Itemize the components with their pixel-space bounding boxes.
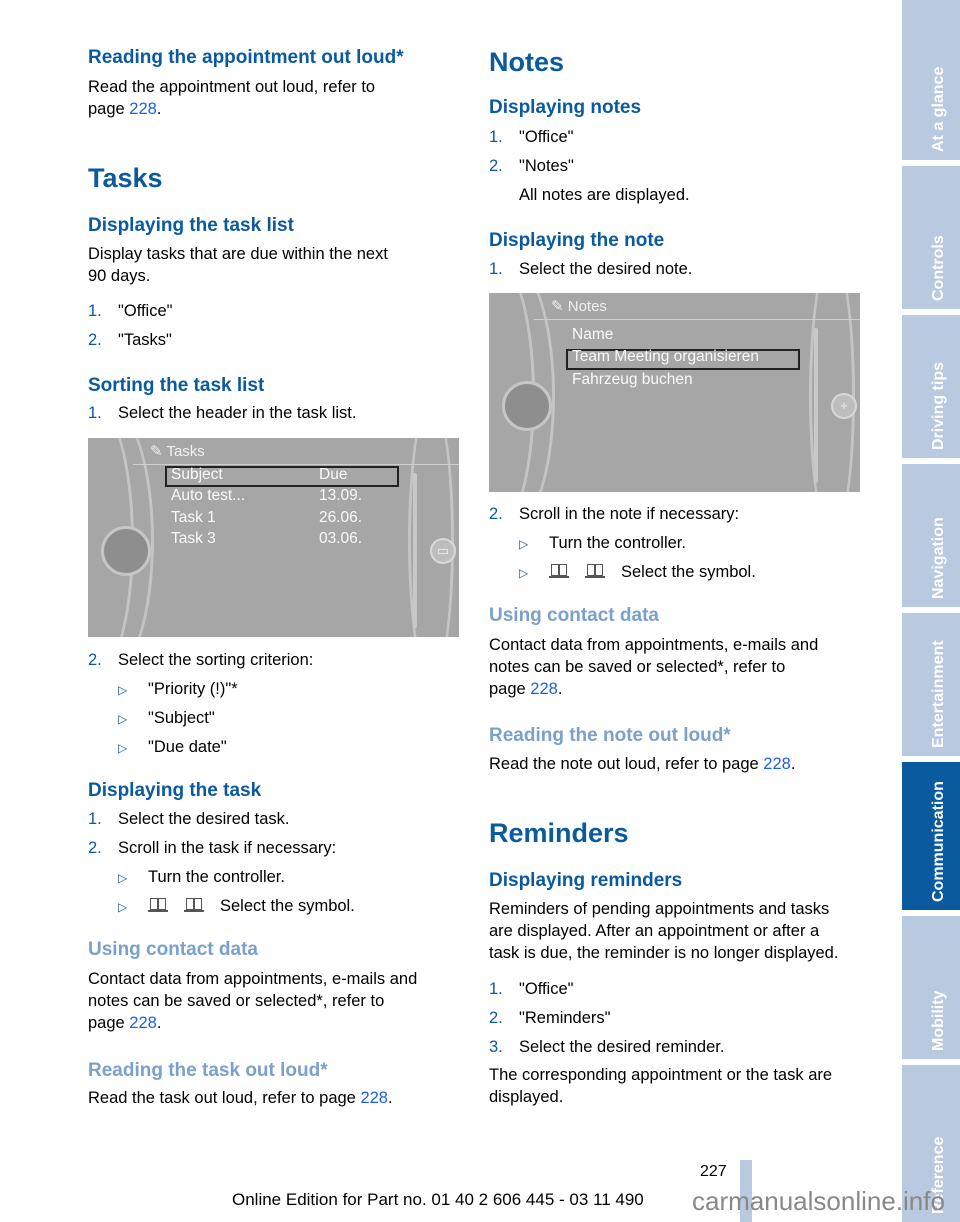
controller-knob-icon bbox=[101, 526, 151, 576]
tab-at-a-glance[interactable]: At a glance bbox=[902, 0, 960, 160]
reminders-heading: Reminders bbox=[489, 818, 629, 848]
list-item: 1. Select the header in the task list. bbox=[88, 404, 357, 422]
tab-controls[interactable]: Controls bbox=[902, 166, 960, 309]
tab-navigation[interactable]: Navigation bbox=[902, 464, 960, 607]
display-tasklist-text: Display tasks that are due within the ne… bbox=[88, 245, 388, 285]
page-link[interactable]: 228 bbox=[129, 1014, 157, 1032]
sub-list-item: ▷ "Subject" bbox=[88, 707, 215, 730]
note-row[interactable]: Team Meeting organisieren bbox=[572, 348, 759, 366]
page-link[interactable]: 228 bbox=[530, 680, 558, 698]
triangle-bullet-icon: ▷ bbox=[118, 683, 128, 697]
task-row-due: 26.06. bbox=[319, 509, 363, 526]
contact-data-heading: Using contact data bbox=[489, 605, 659, 626]
page-back-icon bbox=[148, 898, 168, 912]
display-reminders-heading: Displaying reminders bbox=[489, 870, 683, 891]
sub-list-item: ▷ Select the symbol. bbox=[88, 895, 355, 918]
column-header-subject[interactable]: Subject bbox=[171, 466, 223, 484]
page-link[interactable]: 228 bbox=[129, 100, 157, 118]
chapter-tabs: At a glance Controls Driving tips Naviga… bbox=[902, 0, 960, 1222]
notes-heading: Notes bbox=[489, 47, 565, 77]
display-tasklist-heading: Displaying the task list bbox=[88, 215, 294, 236]
contact-data-text: Contact data from appointments, e-mails … bbox=[489, 636, 819, 698]
add-button-icon: + bbox=[831, 393, 857, 419]
scrollbar bbox=[814, 328, 818, 483]
triangle-bullet-icon: ▷ bbox=[118, 900, 128, 914]
edition-footer: Online Edition for Part no. 01 40 2 606 … bbox=[232, 1190, 644, 1209]
page-forward-icon bbox=[184, 898, 204, 912]
list-item: 2. Scroll in the task if necessary: bbox=[88, 839, 337, 857]
read-note-text: Read the note out loud, refer to page 22… bbox=[489, 755, 796, 773]
reading-appointment-text: Read the appointment out loud, refer to p… bbox=[88, 78, 376, 118]
display-notes-heading: Displaying notes bbox=[489, 97, 642, 118]
page-number: 227 bbox=[700, 1163, 727, 1180]
display-note-heading: Displaying the note bbox=[489, 230, 665, 251]
list-item: 1. "Office" bbox=[489, 980, 574, 998]
contact-data-text: Contact data from appointments, e-mails … bbox=[88, 970, 418, 1032]
contact-data-heading: Using contact data bbox=[88, 939, 258, 960]
triangle-bullet-icon: ▷ bbox=[118, 741, 128, 755]
task-row-due: 03.06. bbox=[319, 530, 363, 547]
read-task-text: Read the task out loud, refer to page 22… bbox=[88, 1089, 393, 1107]
task-row-subject[interactable]: Task 3 bbox=[171, 530, 216, 548]
list-item: 1. Select the desired note. bbox=[489, 260, 693, 278]
notes-screen-image: ✎ Notes Name Team Meeting organisieren F… bbox=[489, 293, 860, 492]
task-row-subject[interactable]: Task 1 bbox=[171, 509, 216, 527]
options-button-icon: ▭ bbox=[430, 538, 456, 564]
tasks-screen-image: ✎ Tasks Subject Due Auto test... 13.09. … bbox=[88, 438, 459, 637]
list-item: 2. Scroll in the note if necessary: bbox=[489, 505, 740, 523]
page-link[interactable]: 228 bbox=[763, 755, 791, 773]
list-item: 1. "Office" bbox=[489, 128, 574, 146]
screen-title: ✎ Notes bbox=[551, 298, 607, 315]
note-row[interactable]: Fahrzeug buchen bbox=[572, 371, 693, 389]
tasks-heading: Tasks bbox=[88, 163, 163, 193]
closing-text: The corresponding appointment or the tas… bbox=[489, 1066, 833, 1106]
all-notes-text: All notes are displayed. bbox=[519, 186, 690, 204]
tab-driving-tips[interactable]: Driving tips bbox=[902, 315, 960, 458]
notebook-icon: ✎ bbox=[150, 443, 167, 460]
list-item: 3. Select the desired reminder. bbox=[489, 1038, 725, 1056]
page-link[interactable]: 228 bbox=[360, 1089, 388, 1107]
sub-list-item: ▷ "Due date" bbox=[88, 736, 227, 759]
list-item: 1. "Office" bbox=[88, 302, 173, 320]
reading-appointment-heading: Reading the appointment out loud* bbox=[88, 47, 404, 68]
display-task-heading: Displaying the task bbox=[88, 780, 262, 801]
sub-list-item: ▷ "Priority (!)"* bbox=[88, 678, 238, 701]
triangle-bullet-icon: ▷ bbox=[519, 537, 529, 551]
list-item: 2. "Notes" bbox=[489, 157, 574, 175]
triangle-bullet-icon: ▷ bbox=[118, 712, 128, 726]
sub-list-item: ▷ Select the symbol. bbox=[489, 561, 756, 584]
sorting-heading: Sorting the task list bbox=[88, 375, 265, 396]
list-item: 2. "Tasks" bbox=[88, 331, 172, 349]
triangle-bullet-icon: ▷ bbox=[519, 566, 529, 580]
sub-list-item: ▷ Turn the controller. bbox=[88, 866, 285, 889]
read-note-heading: Reading the note out loud* bbox=[489, 725, 731, 746]
scrollbar bbox=[413, 473, 417, 628]
page-forward-icon bbox=[585, 564, 605, 578]
tab-communication[interactable]: Communication bbox=[902, 762, 960, 910]
list-item: 2. "Reminders" bbox=[489, 1009, 611, 1027]
tab-entertainment[interactable]: Entertainment bbox=[902, 613, 960, 756]
notebook-icon: ✎ bbox=[551, 298, 568, 315]
notes-column-header: Name bbox=[572, 326, 614, 343]
sub-list-item: ▷ Turn the controller. bbox=[489, 532, 686, 555]
reminders-text: Reminders of pending appointments and ta… bbox=[489, 900, 839, 962]
read-task-heading: Reading the task out loud* bbox=[88, 1060, 328, 1081]
task-row-due: 13.09. bbox=[319, 487, 363, 504]
list-item: 2. Select the sorting criterion: bbox=[88, 651, 314, 669]
page-back-icon bbox=[549, 564, 569, 578]
task-row-subject[interactable]: Auto test... bbox=[171, 487, 245, 505]
screen-title: ✎ Tasks bbox=[150, 443, 205, 460]
watermark: carmanualsonline.info bbox=[692, 1186, 945, 1216]
tab-mobility[interactable]: Mobility bbox=[902, 916, 960, 1059]
triangle-bullet-icon: ▷ bbox=[118, 871, 128, 885]
column-header-due[interactable]: Due bbox=[319, 466, 347, 484]
controller-knob-icon bbox=[502, 381, 552, 431]
list-item: 1. Select the desired task. bbox=[88, 810, 290, 828]
